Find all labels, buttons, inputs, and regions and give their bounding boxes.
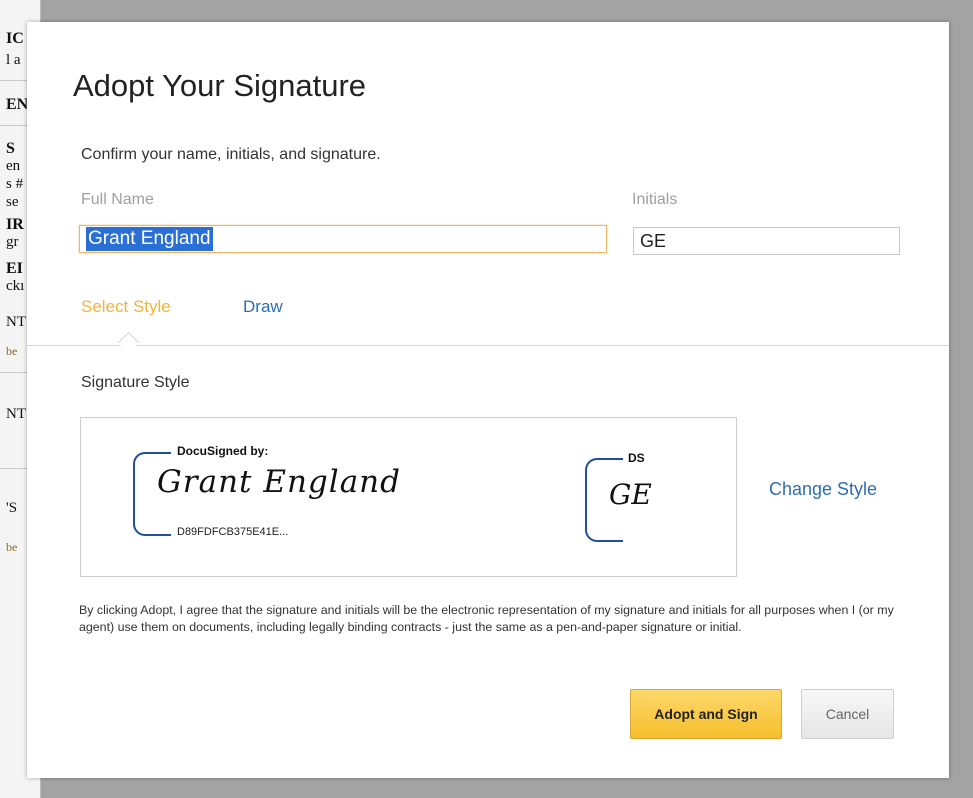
doc-fragment: s # xyxy=(6,176,24,192)
backdrop-top xyxy=(0,0,973,22)
full-name-label: Full Name xyxy=(81,191,154,208)
doc-fragment: NT xyxy=(6,406,26,422)
signature-id: D89FDFCB375E41E... xyxy=(177,526,289,538)
signature-name: Grant England xyxy=(157,464,401,500)
doc-fragment: en xyxy=(6,158,21,174)
dialog-title: Adopt Your Signature xyxy=(73,68,367,103)
doc-fragment: NT xyxy=(6,314,26,330)
initials-stamp-text: GE xyxy=(609,478,652,511)
doc-fragment: 'S xyxy=(6,500,18,516)
initials-value: GE xyxy=(640,230,667,251)
doc-fragment: be xyxy=(6,540,18,554)
tab-select-style[interactable]: Select Style xyxy=(81,297,171,317)
signature-style-label: Signature Style xyxy=(81,374,190,391)
initials-stamp-header: DS xyxy=(628,451,645,465)
tab-draw[interactable]: Draw xyxy=(243,297,283,317)
doc-fragment: se xyxy=(6,194,19,210)
active-tab-pointer xyxy=(117,331,140,354)
signature-header: DocuSigned by: xyxy=(177,444,269,458)
initials-input[interactable]: GE xyxy=(633,227,900,255)
doc-fragment: gr xyxy=(6,234,19,250)
adopt-and-sign-button[interactable]: Adopt and Sign xyxy=(630,689,782,739)
dialog-subtitle: Confirm your name, initials, and signatu… xyxy=(81,146,381,163)
adopt-signature-dialog: Adopt Your Signature Confirm your name, … xyxy=(27,22,949,778)
doc-fragment: EI xyxy=(6,260,23,277)
doc-fragment: IC xyxy=(6,30,24,47)
backdrop-right xyxy=(949,0,973,798)
change-style-link[interactable]: Change Style xyxy=(769,479,877,500)
initials-label: Initials xyxy=(632,191,678,208)
doc-fragment: EN xyxy=(6,96,29,113)
tab-divider xyxy=(27,345,949,346)
doc-fragment: be xyxy=(6,344,18,358)
legal-disclaimer: By clicking Adopt, I agree that the sign… xyxy=(79,603,894,634)
doc-fragment: ckı xyxy=(6,278,25,294)
doc-fragment: IR xyxy=(6,216,24,233)
full-name-input[interactable]: Grant England xyxy=(79,225,607,253)
doc-fragment: S xyxy=(6,140,15,157)
doc-fragment: l a xyxy=(6,52,21,68)
signature-preview-box[interactable]: DocuSigned by: Grant England D89FDFCB375… xyxy=(80,417,737,577)
backdrop-bottom xyxy=(0,778,973,798)
full-name-value: Grant England xyxy=(86,227,213,251)
cancel-button[interactable]: Cancel xyxy=(801,689,894,739)
